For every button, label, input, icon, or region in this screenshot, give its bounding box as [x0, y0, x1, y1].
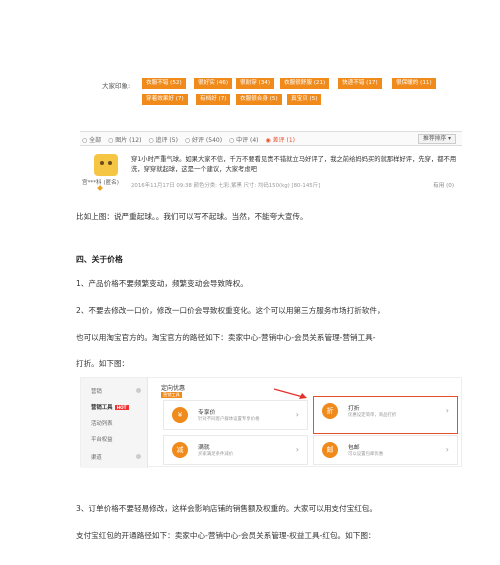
review-text: 穿1小时严重气球。如果大家不信，千万不要看见贵不错就立马好评了，我之前给妈妈买的… [131, 156, 457, 173]
article-paragraph: 打折。如下图： [76, 359, 130, 368]
pointer-arrow-icon [273, 388, 307, 399]
article-paragraph: 2、不要去修改一口价，修改一口价会导致权重变化。这个可以用第三方服务市场打折软件… [76, 306, 385, 315]
sidebar-item-label: 营销工具 [91, 405, 113, 411]
article-paragraph: 比如上图：说严重起球。。我们可以写不起球。当然，不能夸大宣传。 [76, 212, 308, 221]
filter-all[interactable]: ○ 全部 [82, 137, 101, 144]
review-tag[interactable]: 衣服很舒服 (21) [280, 78, 330, 89]
hot-badge: HOT [114, 405, 129, 410]
tool-card-discount: 折 打折 优惠设定简单，商品打折 › [313, 396, 458, 434]
sort-dropdown[interactable]: 推荐排序 ▾ [418, 134, 456, 144]
card-name: 包邮 [348, 445, 360, 451]
review-tag[interactable]: 有档好 (7) [196, 94, 231, 105]
embedded-screenshot: 营销 营销工具 HOT 活动列表 平台权益 渠道 定向优惠 营销工具 ¥ 专享价 … [80, 377, 462, 468]
sidebar-item-rights: 平台权益 [91, 437, 113, 443]
review-tag[interactable]: 衣服很合身 (5) [236, 94, 282, 105]
sidebar-item-channel: 渠道 [91, 455, 102, 461]
article-paragraph: 1、产品价格不要频繁变动，频繁变动会导致降权。 [76, 279, 248, 288]
review-tag[interactable]: 穿着效果好 (7) [142, 94, 188, 105]
article-paragraph: 支付宝红包的开通路径如下：卖家中心-营销中心-会员关系管理-权益工具-红包。如下… [76, 531, 376, 540]
chevron-right-icon: › [295, 445, 299, 454]
review-item: 宫***科 (匿名) 穿1小时严重气球。如果大家不信，千万不要看见贵不错就立马好… [80, 150, 462, 191]
reduction-icon: 减 [172, 442, 188, 458]
review-tag[interactable]: 很好实 (46) [194, 78, 233, 89]
vip-badge-icon [97, 185, 103, 191]
circle-icon [136, 388, 141, 393]
chevron-right-icon: › [445, 445, 449, 454]
review-meta: 2016年11月17日 09:38 颜色分类: 七彩,紫黑 尺寸: 均码150(… [131, 183, 321, 189]
card-desc: 可以设置包邮优惠 [348, 452, 384, 457]
section-heading: 四、关于价格 [76, 255, 123, 264]
circle-icon [136, 454, 141, 459]
chevron-right-icon: › [445, 406, 449, 415]
filter-images[interactable]: ○ 图片 (12) [108, 137, 141, 144]
article-paragraph: 也可以用淘宝官方的。淘宝官方的路径如下：卖家中心-营销中心-会员关系管理-营销工… [76, 333, 376, 342]
review-tag[interactable]: 真宝贝 (5) [287, 94, 322, 105]
review-tag[interactable]: 快递不错 (17) [338, 78, 382, 89]
tool-card-full-reduction: 减 满就 买家满足条件减价 › [163, 435, 308, 465]
review-filter-bar: ○ 全部 ○ 图片 (12) ○ 追评 (5) ○ 好评 (540) ○ 中评 … [80, 131, 462, 146]
sort-label: 推荐排序 [423, 136, 447, 142]
tool-card-free-shipping: 邮 包邮 可以设置包邮优惠 › [313, 435, 458, 465]
sidebar-item-marketing: 营销 [91, 389, 102, 395]
filter-positive[interactable]: ○ 好评 (540) [185, 137, 222, 144]
card-desc: 针对不同客户群体设置专享价格 [198, 417, 260, 422]
card-name: 满就 [198, 445, 210, 451]
filter-followup[interactable]: ○ 追评 (5) [148, 137, 178, 144]
review-tag[interactable]: 很保暖的 (11) [392, 78, 436, 89]
chevron-right-icon: › [295, 410, 299, 419]
discount-icon: 折 [322, 403, 338, 419]
sidebar-item-activities: 活动列表 [91, 421, 113, 427]
sidebar-item-tools: 营销工具 HOT [91, 403, 129, 411]
avatar [94, 154, 118, 176]
filter-negative[interactable]: ◉ 差评 (1) [265, 137, 295, 144]
card-desc: 优惠设定简单，商品打折 [348, 413, 397, 418]
card-desc: 买家满足条件减价 [198, 452, 234, 457]
screenshot-sidebar: 营销 营销工具 HOT 活动列表 平台权益 渠道 [81, 378, 148, 468]
chevron-down-icon: ▾ [448, 136, 451, 142]
screenshot-title: 定向优惠 [161, 385, 186, 392]
shipping-icon: 邮 [322, 442, 338, 458]
screenshot-tag: 营销工具 [161, 392, 182, 398]
filter-neutral[interactable]: ○ 中评 (4) [229, 137, 259, 144]
tool-card-exclusive-price: ¥ 专享价 针对不同客户群体设置专享价格 › [163, 400, 308, 430]
review-tags: 大家印象: 衣服不错 (52) 很好实 (46) 很耐穿 (34) 衣服很舒服 … [82, 74, 462, 112]
tags-label: 大家印象: [102, 82, 131, 90]
card-name: 专享价 [198, 410, 216, 416]
price-icon: ¥ [172, 407, 188, 423]
article-paragraph: 3、订单价格不要轻易修改，这样会影响店铺的销售额及权重的。大家可以用支付宝红包。 [76, 504, 377, 513]
useful-button[interactable]: 有用 (0) [433, 181, 454, 189]
card-name: 打折 [348, 406, 360, 412]
review-tag[interactable]: 衣服不错 (52) [142, 78, 186, 89]
review-tag[interactable]: 很耐穿 (34) [236, 78, 275, 89]
